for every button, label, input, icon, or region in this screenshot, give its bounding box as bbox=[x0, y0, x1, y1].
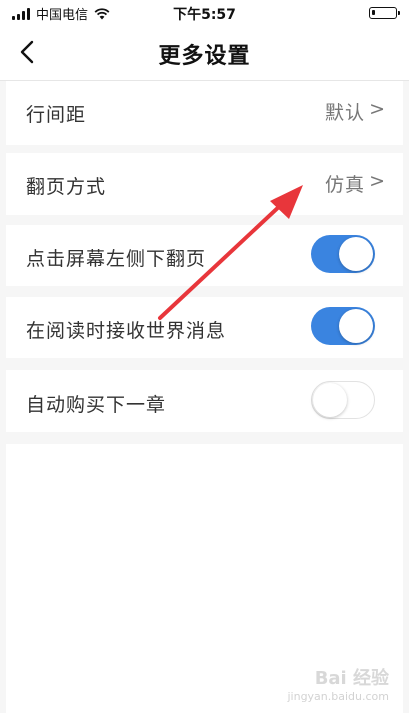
tap-left-toggle[interactable] bbox=[311, 235, 375, 273]
tap-left-label: 点击屏幕左侧下翻页 bbox=[26, 248, 207, 270]
world-messages-label: 在阅读时接收世界消息 bbox=[26, 320, 227, 342]
toggle-knob bbox=[339, 309, 373, 343]
watermark: Bai 经验 jingyan.baidu.com bbox=[287, 664, 389, 703]
line-spacing-label: 行间距 bbox=[26, 104, 87, 126]
setting-row-world-messages: 在阅读时接收世界消息 bbox=[6, 297, 403, 358]
setting-row-auto-buy: 自动购买下一章 bbox=[6, 370, 403, 432]
battery-level bbox=[372, 10, 375, 15]
line-spacing-value: 默认 bbox=[324, 102, 365, 124]
world-messages-toggle[interactable] bbox=[311, 307, 375, 345]
page-turn-value: 仿真 bbox=[324, 174, 365, 196]
setting-row-page-turn[interactable]: 翻页方式 仿真 > bbox=[6, 153, 403, 215]
settings-screen: 中国电信 下午5:57 更多设置 行间距 默认 > 翻页方式 仿真 > 点击屏幕… bbox=[0, 0, 409, 713]
page-turn-label: 翻页方式 bbox=[26, 176, 107, 198]
battery-icon bbox=[369, 7, 400, 19]
auto-buy-label: 自动购买下一章 bbox=[26, 394, 167, 416]
status-bar: 中国电信 下午5:57 bbox=[0, 0, 409, 26]
status-time: 下午5:57 bbox=[173, 7, 236, 23]
setting-row-tap-left: 点击屏幕左侧下翻页 bbox=[6, 225, 403, 286]
chevron-right-icon: > bbox=[369, 170, 385, 192]
watermark-brand: Bai 经验 bbox=[314, 668, 389, 689]
setting-row-line-spacing[interactable]: 行间距 默认 > bbox=[6, 81, 403, 145]
auto-buy-toggle[interactable] bbox=[311, 381, 375, 419]
chevron-right-icon: > bbox=[369, 98, 385, 120]
toggle-knob bbox=[313, 382, 347, 417]
nav-bar: 更多设置 bbox=[0, 26, 409, 81]
watermark-url: jingyan.baidu.com bbox=[287, 690, 389, 703]
page-title: 更多设置 bbox=[158, 44, 251, 69]
toggle-knob bbox=[339, 237, 373, 271]
